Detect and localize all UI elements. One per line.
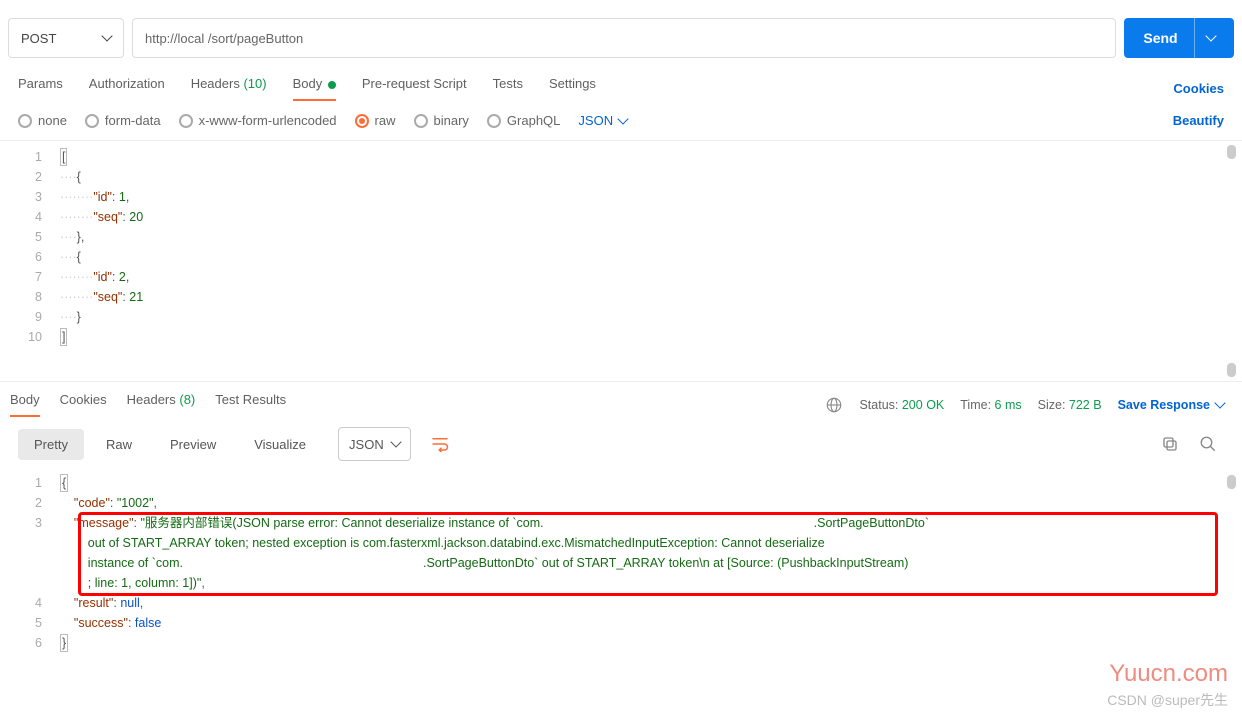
tab-headers-label: Headers (191, 76, 240, 91)
radio-icon (85, 114, 99, 128)
wrap-icon (431, 436, 449, 452)
body-type-x-www[interactable]: x-www-form-urlencoded (179, 113, 337, 128)
search-icon (1199, 435, 1217, 453)
tab-body[interactable]: Body (293, 76, 336, 101)
view-pretty[interactable]: Pretty (18, 429, 84, 460)
request-body-editor[interactable]: 1[ 2····{ 3········"id": 1, 4········"se… (0, 141, 1242, 381)
tab-pre-request[interactable]: Pre-request Script (362, 76, 467, 101)
view-preview[interactable]: Preview (154, 429, 232, 460)
chevron-down-icon (101, 30, 112, 41)
radio-icon (487, 114, 501, 128)
tab-settings[interactable]: Settings (549, 76, 596, 101)
body-type-form-data[interactable]: form-data (85, 113, 161, 128)
copy-icon (1161, 435, 1179, 453)
resp-headers-count: (8) (179, 392, 195, 407)
chevron-down-icon (390, 436, 401, 447)
http-method-value: POST (21, 31, 56, 46)
tab-params[interactable]: Params (18, 76, 63, 101)
status-label: Status: 200 OK (859, 398, 944, 412)
view-raw[interactable]: Raw (90, 429, 148, 460)
chevron-down-icon (617, 113, 628, 124)
response-body-editor[interactable]: 1{ 2 "code": "1002", 3 "message": "服务器内部… (0, 471, 1242, 655)
tab-body-label: Body (293, 76, 323, 91)
response-tab-test-results[interactable]: Test Results (215, 392, 286, 417)
chevron-down-icon (1214, 397, 1225, 408)
radio-checked-icon (355, 114, 369, 128)
response-tab-headers[interactable]: Headers (8) (127, 392, 196, 417)
tab-tests[interactable]: Tests (493, 76, 523, 101)
response-tab-body[interactable]: Body (10, 392, 40, 417)
http-method-select[interactable]: POST (8, 18, 124, 58)
globe-icon[interactable] (825, 396, 843, 414)
response-format-select[interactable]: JSON (338, 427, 411, 461)
send-label: Send (1143, 30, 1177, 46)
time-label: Time: 6 ms (960, 398, 1021, 412)
beautify-button[interactable]: Beautify (1173, 113, 1224, 128)
radio-icon (179, 114, 193, 128)
tab-authorization[interactable]: Authorization (89, 76, 165, 101)
csdn-attribution: CSDN @super先生 (1107, 690, 1228, 710)
view-visualize[interactable]: Visualize (238, 429, 322, 460)
response-tab-cookies[interactable]: Cookies (60, 392, 107, 417)
wrap-lines-button[interactable] (423, 427, 457, 461)
body-type-graphql[interactable]: GraphQL (487, 113, 560, 128)
save-response-button[interactable]: Save Response (1118, 398, 1224, 412)
chevron-down-icon (1205, 30, 1216, 41)
body-indicator-dot (328, 81, 336, 89)
radio-icon (414, 114, 428, 128)
copy-button[interactable] (1154, 428, 1186, 460)
cookies-link[interactable]: Cookies (1173, 81, 1224, 96)
scrollbar-icon (1227, 145, 1236, 159)
raw-format-select[interactable]: JSON (578, 113, 627, 128)
url-input[interactable]: http://local /sort/pageButton (132, 18, 1116, 58)
headers-count: (10) (243, 76, 266, 91)
send-dropdown[interactable] (1194, 18, 1215, 58)
scrollbar-icon (1227, 363, 1236, 377)
watermark: Yuucn.com (1109, 660, 1228, 688)
search-button[interactable] (1192, 428, 1224, 460)
scrollbar-icon (1227, 475, 1236, 489)
body-type-raw[interactable]: raw (355, 113, 396, 128)
url-value: http://local /sort/pageButton (145, 31, 303, 46)
size-label: Size: 722 B (1038, 398, 1102, 412)
body-type-none[interactable]: none (18, 113, 67, 128)
tab-headers[interactable]: Headers (10) (191, 76, 267, 101)
radio-icon (18, 114, 32, 128)
body-type-binary[interactable]: binary (414, 113, 469, 128)
send-button[interactable]: Send (1124, 18, 1234, 58)
